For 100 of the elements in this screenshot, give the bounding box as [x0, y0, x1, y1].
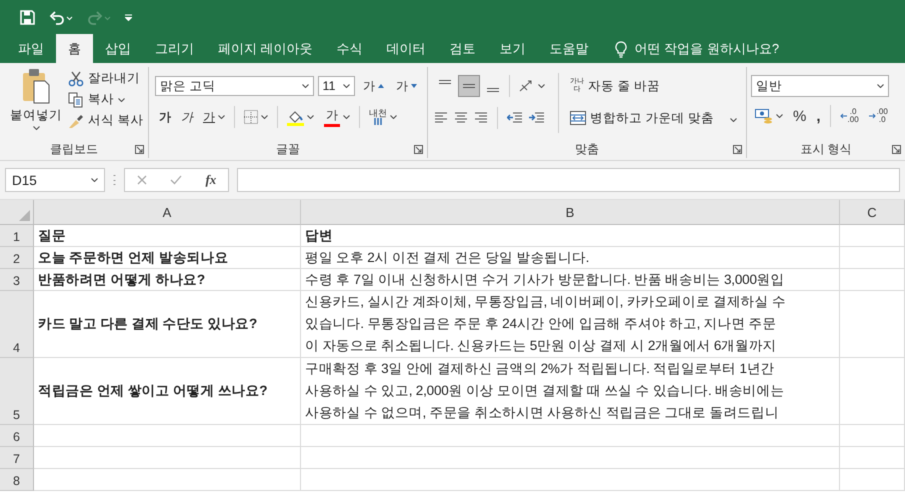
group-label: 클립보드	[50, 141, 98, 158]
table-cell-text: 구매확정 후 3일 안에 결제하신 금액의 2%가 적립됩니다. 적립일로부터 1년간 사용하실 수 있고, 2,000원 이상 모이면 결제할 때 쓰실 수 있습니다. 배송비에는 사용하실 수 없으며, 주문을 취소하시면 사용하신 적립금은 그대로 돌려드립니	[305, 360, 784, 422]
format-painter-button[interactable]: 서식 복사	[66, 111, 146, 130]
ribbon-tab[interactable]: 도움말	[538, 35, 601, 63]
empty-cell[interactable]	[301, 469, 840, 491]
table-cell-text: 신용카드, 실시간 계좌이체, 무통장입금, 네이버페이, 카카오페이로 결제하실 수 있습니다. 무통장입금은 주문 후 24시간 안에 입금해 주셔야 하고, 지나면 주문 이 자동으로 취소됩니다. 신용카드는 5만원 이상 결제 시 2개월에서 6개월까지	[305, 293, 786, 355]
font-color-button[interactable]: 가	[320, 107, 354, 127]
increase-decimal-button[interactable]: .0 .00	[836, 108, 863, 124]
cut-button[interactable]: 잘라내기	[66, 69, 146, 88]
caret-icon	[261, 115, 268, 119]
dialog-launcher-icon[interactable]	[414, 145, 423, 154]
name-box[interactable]: D15	[5, 168, 105, 192]
bold-button[interactable]: 가	[155, 108, 175, 126]
row-header[interactable]: 2	[0, 247, 34, 269]
column-header[interactable]: B	[301, 200, 840, 225]
middle-align-button[interactable]	[458, 75, 480, 97]
empty-cell[interactable]	[840, 225, 905, 247]
empty-cell[interactable]	[301, 447, 840, 469]
cancel-icon[interactable]	[136, 175, 147, 185]
row-header[interactable]: 5	[0, 358, 34, 425]
caret-icon	[343, 84, 350, 88]
row-header[interactable]: 6	[0, 425, 34, 447]
lines-icon	[439, 80, 451, 84]
right-arrow-icon	[868, 113, 876, 119]
column-header[interactable]: A	[34, 200, 301, 225]
underline-button[interactable]: 가	[199, 108, 229, 126]
align-right-icon[interactable]	[474, 112, 488, 124]
redo-icon	[87, 10, 111, 24]
caret-icon	[118, 98, 125, 102]
align-left-icon[interactable]	[434, 112, 448, 124]
row-header[interactable]: 3	[0, 269, 34, 291]
empty-cell[interactable]	[840, 269, 905, 291]
lines-icon	[463, 84, 475, 88]
ribbon-tab[interactable]: 검토	[438, 35, 488, 63]
row-header[interactable]: 1	[0, 225, 34, 247]
decrease-decimal-button[interactable]: .00 .0	[864, 108, 892, 124]
ribbon-tab[interactable]: 수식	[324, 35, 375, 63]
comma-style-button[interactable]: ,	[812, 108, 825, 124]
align-center-icon[interactable]	[454, 112, 468, 124]
formula-input[interactable]	[237, 168, 900, 192]
ribbon-tab[interactable]: 데이터	[374, 35, 438, 63]
empty-cell[interactable]	[840, 469, 905, 491]
caret-icon	[91, 178, 98, 182]
caret-icon	[302, 84, 308, 88]
table-cell-text: 답변	[305, 226, 333, 244]
table-cell-text: 오늘 주문하면 언제 발송되나요	[38, 248, 228, 266]
grow-font-button[interactable]: 가	[359, 78, 388, 94]
percent-style-button[interactable]: %	[789, 108, 810, 124]
ribbon-tab[interactable]: 삽입	[93, 35, 143, 63]
column-header[interactable]: C	[840, 200, 905, 225]
caret-icon	[218, 115, 225, 119]
save-icon[interactable]	[20, 10, 35, 25]
empty-cell[interactable]	[840, 358, 905, 425]
copy-button[interactable]: 복사	[66, 90, 146, 109]
dialog-launcher-icon[interactable]	[892, 145, 901, 154]
ribbon-tab[interactable]: 홈	[56, 34, 93, 63]
empty-cell[interactable]	[840, 247, 905, 269]
row-header[interactable]: 8	[0, 469, 34, 491]
table-cell-text: 반품하려면 어떻게 하나요?	[38, 270, 205, 288]
lightbulb-icon	[614, 40, 627, 58]
ribbon-tab[interactable]: 파일	[6, 35, 56, 63]
copy-icon	[68, 92, 84, 108]
clipboard-icon	[21, 67, 51, 105]
insert-function-button[interactable]: fx	[205, 172, 216, 188]
paste-button[interactable]: 붙여넣기	[6, 67, 66, 140]
caret-icon	[730, 118, 737, 122]
caret-icon	[538, 84, 545, 88]
row-header[interactable]: 4	[0, 291, 34, 358]
enter-icon[interactable]	[170, 175, 182, 185]
empty-cell[interactable]	[840, 447, 905, 469]
row-header[interactable]: 7	[0, 447, 34, 469]
empty-cell[interactable]	[840, 291, 905, 358]
font-name-dropdown[interactable]: 맑은 고딕	[155, 76, 314, 96]
increase-indent-icon[interactable]	[529, 112, 545, 124]
caret-icon	[390, 115, 397, 119]
bars-icon	[373, 118, 383, 125]
dialog-launcher-icon[interactable]	[135, 145, 144, 154]
decrease-indent-icon[interactable]	[507, 112, 523, 124]
table-cell-text: 질문	[38, 226, 66, 244]
table-cell-text: 수령 후 7일 이내 신청하시면 수거 기사가 방문합니다. 반품 배송비는 3,000원입	[305, 270, 784, 288]
caret-icon	[32, 126, 40, 130]
scissors-icon	[68, 70, 84, 86]
empty-cell[interactable]	[301, 425, 840, 447]
money-icon	[755, 108, 773, 124]
ribbon-tab[interactable]: 보기	[488, 35, 538, 63]
merge-cells-icon	[570, 111, 586, 125]
group-label: 맞춤	[575, 141, 599, 158]
empty-cell[interactable]	[840, 425, 905, 447]
customize-menu-icon[interactable]	[125, 14, 132, 21]
merge-center-button[interactable]: 병합하고 가운데 맞춤	[568, 105, 739, 131]
phonetic-button[interactable]: 내천	[365, 109, 401, 125]
shrink-font-button[interactable]: 가	[392, 78, 421, 94]
undo-icon[interactable]	[49, 10, 73, 24]
italic-button[interactable]: 가	[177, 108, 197, 126]
ribbon-tab[interactable]: 페이지 레이아웃	[206, 35, 325, 63]
tell-me-search[interactable]: 어떤 작업을 원하시나요?	[634, 40, 780, 58]
font-size-dropdown[interactable]: 11	[318, 76, 355, 96]
number-format-dropdown[interactable]: 일반	[751, 75, 889, 97]
ribbon-tab[interactable]: 그리기	[143, 35, 206, 63]
dialog-launcher-icon[interactable]	[733, 145, 742, 154]
